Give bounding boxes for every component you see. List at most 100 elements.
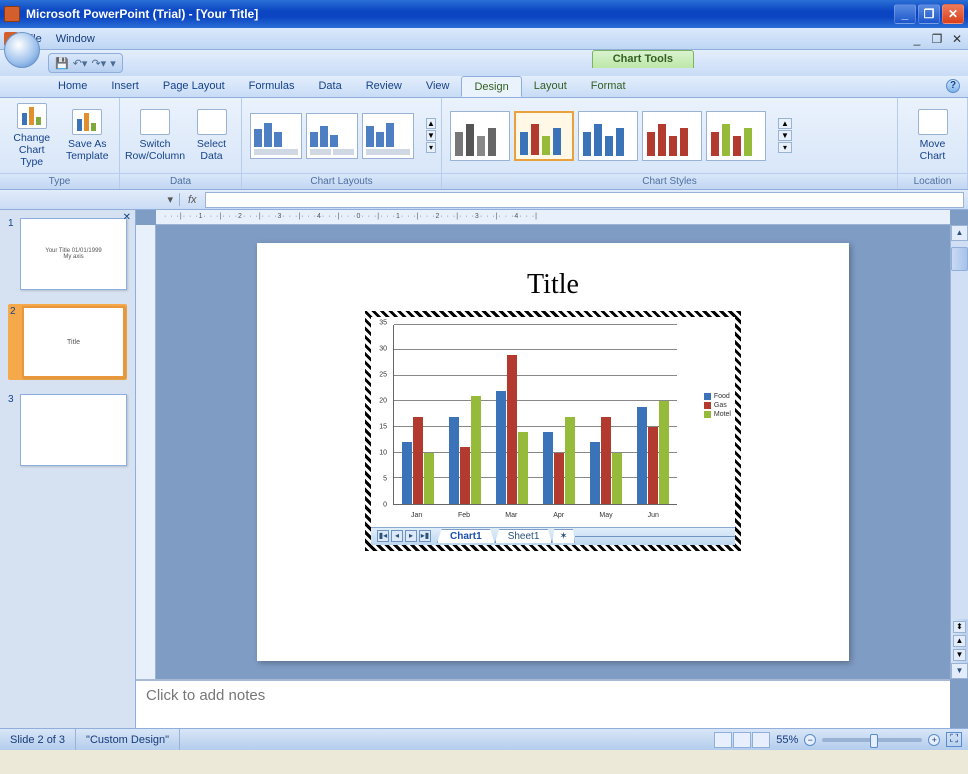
save-as-template-button[interactable]: Save As Template <box>64 109 112 162</box>
switch-row-column-label: Switch Row/Column <box>125 138 185 162</box>
horizontal-ruler: · · ·|· · ·1· · ·|· · ·2· · ·|· · ·3· · … <box>156 210 950 225</box>
zoom-slider[interactable] <box>822 738 922 742</box>
chart-layouts-gallery[interactable] <box>250 113 414 159</box>
scroll-up-page-button[interactable]: ▲ <box>953 635 966 647</box>
sorter-view-button[interactable] <box>733 732 751 748</box>
slide-canvas[interactable]: Title 05101520253035 JanFebMarAprMayJun … <box>156 225 950 679</box>
notes-pane[interactable]: Click to add notes <box>136 679 950 728</box>
formula-bar-row: ▾ fx <box>0 190 968 210</box>
status-bar: Slide 2 of 3 "Custom Design" 55% − + ⛶ <box>0 728 968 750</box>
work-area: ✕ 1 Your Title 01/01/1999My axis 2 Title… <box>0 210 968 728</box>
chart-y-axis: 05101520253035 <box>373 323 387 505</box>
select-data-button[interactable]: Select Data <box>190 109 233 162</box>
chart-layout-3[interactable] <box>362 113 414 159</box>
ribbon-top-row: 💾 ↶▾ ↷▾ ▾ Chart Tools <box>0 50 968 76</box>
quick-access-toolbar[interactable]: 💾 ↶▾ ↷▾ ▾ <box>48 53 123 73</box>
slide-thumb-2[interactable]: 2 Title <box>8 304 127 380</box>
formula-input[interactable] <box>205 192 964 208</box>
zoom-out-button[interactable]: − <box>804 734 816 746</box>
chart-style-1[interactable] <box>450 111 510 161</box>
app-icon <box>4 6 20 22</box>
zoom-control[interactable]: 55% − + ⛶ <box>776 732 962 747</box>
move-chart-icon <box>918 109 948 135</box>
status-theme: "Custom Design" <box>76 729 180 750</box>
slide-thumb-3[interactable]: 3 <box>8 394 127 466</box>
slide-title[interactable]: Title <box>527 269 579 301</box>
group-type-label: Type <box>0 173 119 189</box>
tab-data[interactable]: Data <box>306 76 353 97</box>
vertical-scrollbar[interactable]: ▲ ⬍ ▲ ▼ ▼ <box>950 225 968 679</box>
menu-window[interactable]: Window <box>56 33 95 45</box>
select-data-label: Select Data <box>190 138 233 162</box>
scroll-prev-slide-button[interactable]: ⬍ <box>953 621 966 633</box>
help-icon[interactable]: ? <box>946 79 960 93</box>
chart-style-3[interactable] <box>578 111 638 161</box>
zoom-in-button[interactable]: + <box>928 734 940 746</box>
chart-type-icon <box>17 103 47 129</box>
fx-label[interactable]: fx <box>180 194 205 206</box>
tab-home[interactable]: Home <box>46 76 99 97</box>
chart-layout-2[interactable] <box>306 113 358 159</box>
tab-formulas[interactable]: Formulas <box>237 76 307 97</box>
name-box[interactable]: ▾ <box>0 193 180 206</box>
chart-layouts-spinner[interactable]: ▲▼▾ <box>426 118 436 153</box>
tab-layout[interactable]: Layout <box>522 76 579 97</box>
office-button[interactable] <box>4 32 40 68</box>
sheet-tab-chart1[interactable]: Chart1 <box>437 529 495 543</box>
tab-format[interactable]: Format <box>579 76 638 97</box>
chart-layout-1[interactable] <box>250 113 302 159</box>
slide-thumbnail-pane: ✕ 1 Your Title 01/01/1999My axis 2 Title… <box>0 210 136 728</box>
tab-insert[interactable]: Insert <box>99 76 151 97</box>
scroll-down-button[interactable]: ▼ <box>951 663 968 679</box>
sheet-tab-sheet1[interactable]: Sheet1 <box>495 529 553 543</box>
minimize-button[interactable]: _ <box>894 4 916 24</box>
chart-bars <box>394 325 677 504</box>
tab-design[interactable]: Design <box>461 76 521 97</box>
slide: Title 05101520253035 JanFebMarAprMayJun … <box>257 243 849 661</box>
scroll-down-page-button[interactable]: ▼ <box>953 649 966 661</box>
sheet-tab-new[interactable]: ✶ <box>552 529 574 543</box>
chart-plot-area[interactable]: 05101520253035 JanFebMarAprMayJun FoodGa… <box>371 317 735 527</box>
close-button[interactable]: ✕ <box>942 4 964 24</box>
scrollbar-thumb[interactable] <box>951 247 968 271</box>
slide-thumb-1[interactable]: 1 Your Title 01/01/1999My axis <box>8 218 127 290</box>
qat-save-icon[interactable]: 💾 <box>55 57 69 70</box>
chart-styles-gallery[interactable] <box>450 111 766 161</box>
group-data-label: Data <box>120 173 241 189</box>
tab-page-layout[interactable]: Page Layout <box>151 76 237 97</box>
switch-row-column-icon <box>140 109 170 135</box>
view-buttons[interactable] <box>714 732 770 748</box>
normal-view-button[interactable] <box>714 732 732 748</box>
chart-object[interactable]: 05101520253035 JanFebMarAprMayJun FoodGa… <box>365 311 741 551</box>
tab-view[interactable]: View <box>414 76 462 97</box>
chart-tools-context-label: Chart Tools <box>592 50 694 68</box>
mdi-minimize-button[interactable]: _ <box>910 32 924 46</box>
chart-legend: FoodGasMotel <box>704 393 731 420</box>
chart-style-4[interactable] <box>642 111 702 161</box>
sheet-nav-buttons[interactable]: ▮◂◂▸▸▮ <box>377 530 431 542</box>
slideshow-view-button[interactable] <box>752 732 770 748</box>
maximize-button[interactable]: ❐ <box>918 4 940 24</box>
move-chart-button[interactable]: Move Chart <box>906 109 959 162</box>
switch-row-column-button[interactable]: Switch Row/Column <box>128 109 182 162</box>
move-chart-label: Move Chart <box>906 138 959 162</box>
scroll-up-button[interactable]: ▲ <box>951 225 968 241</box>
ribbon: Change Chart Type Save As Template Type … <box>0 98 968 190</box>
qat-undo-icon[interactable]: ↶▾ <box>73 57 88 70</box>
window-title: Microsoft PowerPoint (Trial) - [Your Tit… <box>26 7 894 21</box>
zoom-level[interactable]: 55% <box>776 734 798 746</box>
chart-style-5[interactable] <box>706 111 766 161</box>
mdi-close-button[interactable]: ✕ <box>950 32 964 46</box>
chart-styles-spinner[interactable]: ▲▼▾ <box>778 118 792 153</box>
qat-customize-icon[interactable]: ▾ <box>110 57 116 70</box>
chart-x-axis: JanFebMarAprMayJun <box>393 512 677 519</box>
ribbon-tabs-row: Home Insert Page Layout Formulas Data Re… <box>0 76 968 98</box>
change-chart-type-button[interactable]: Change Chart Type <box>8 103 56 168</box>
tab-review[interactable]: Review <box>354 76 414 97</box>
chart-style-2[interactable] <box>514 111 574 161</box>
thumbnail-pane-close-icon[interactable]: ✕ <box>123 212 131 223</box>
status-slide-number: Slide 2 of 3 <box>0 729 76 750</box>
fit-to-window-button[interactable]: ⛶ <box>946 732 962 747</box>
qat-redo-icon[interactable]: ↷▾ <box>91 57 106 70</box>
mdi-restore-button[interactable]: ❐ <box>930 32 944 46</box>
